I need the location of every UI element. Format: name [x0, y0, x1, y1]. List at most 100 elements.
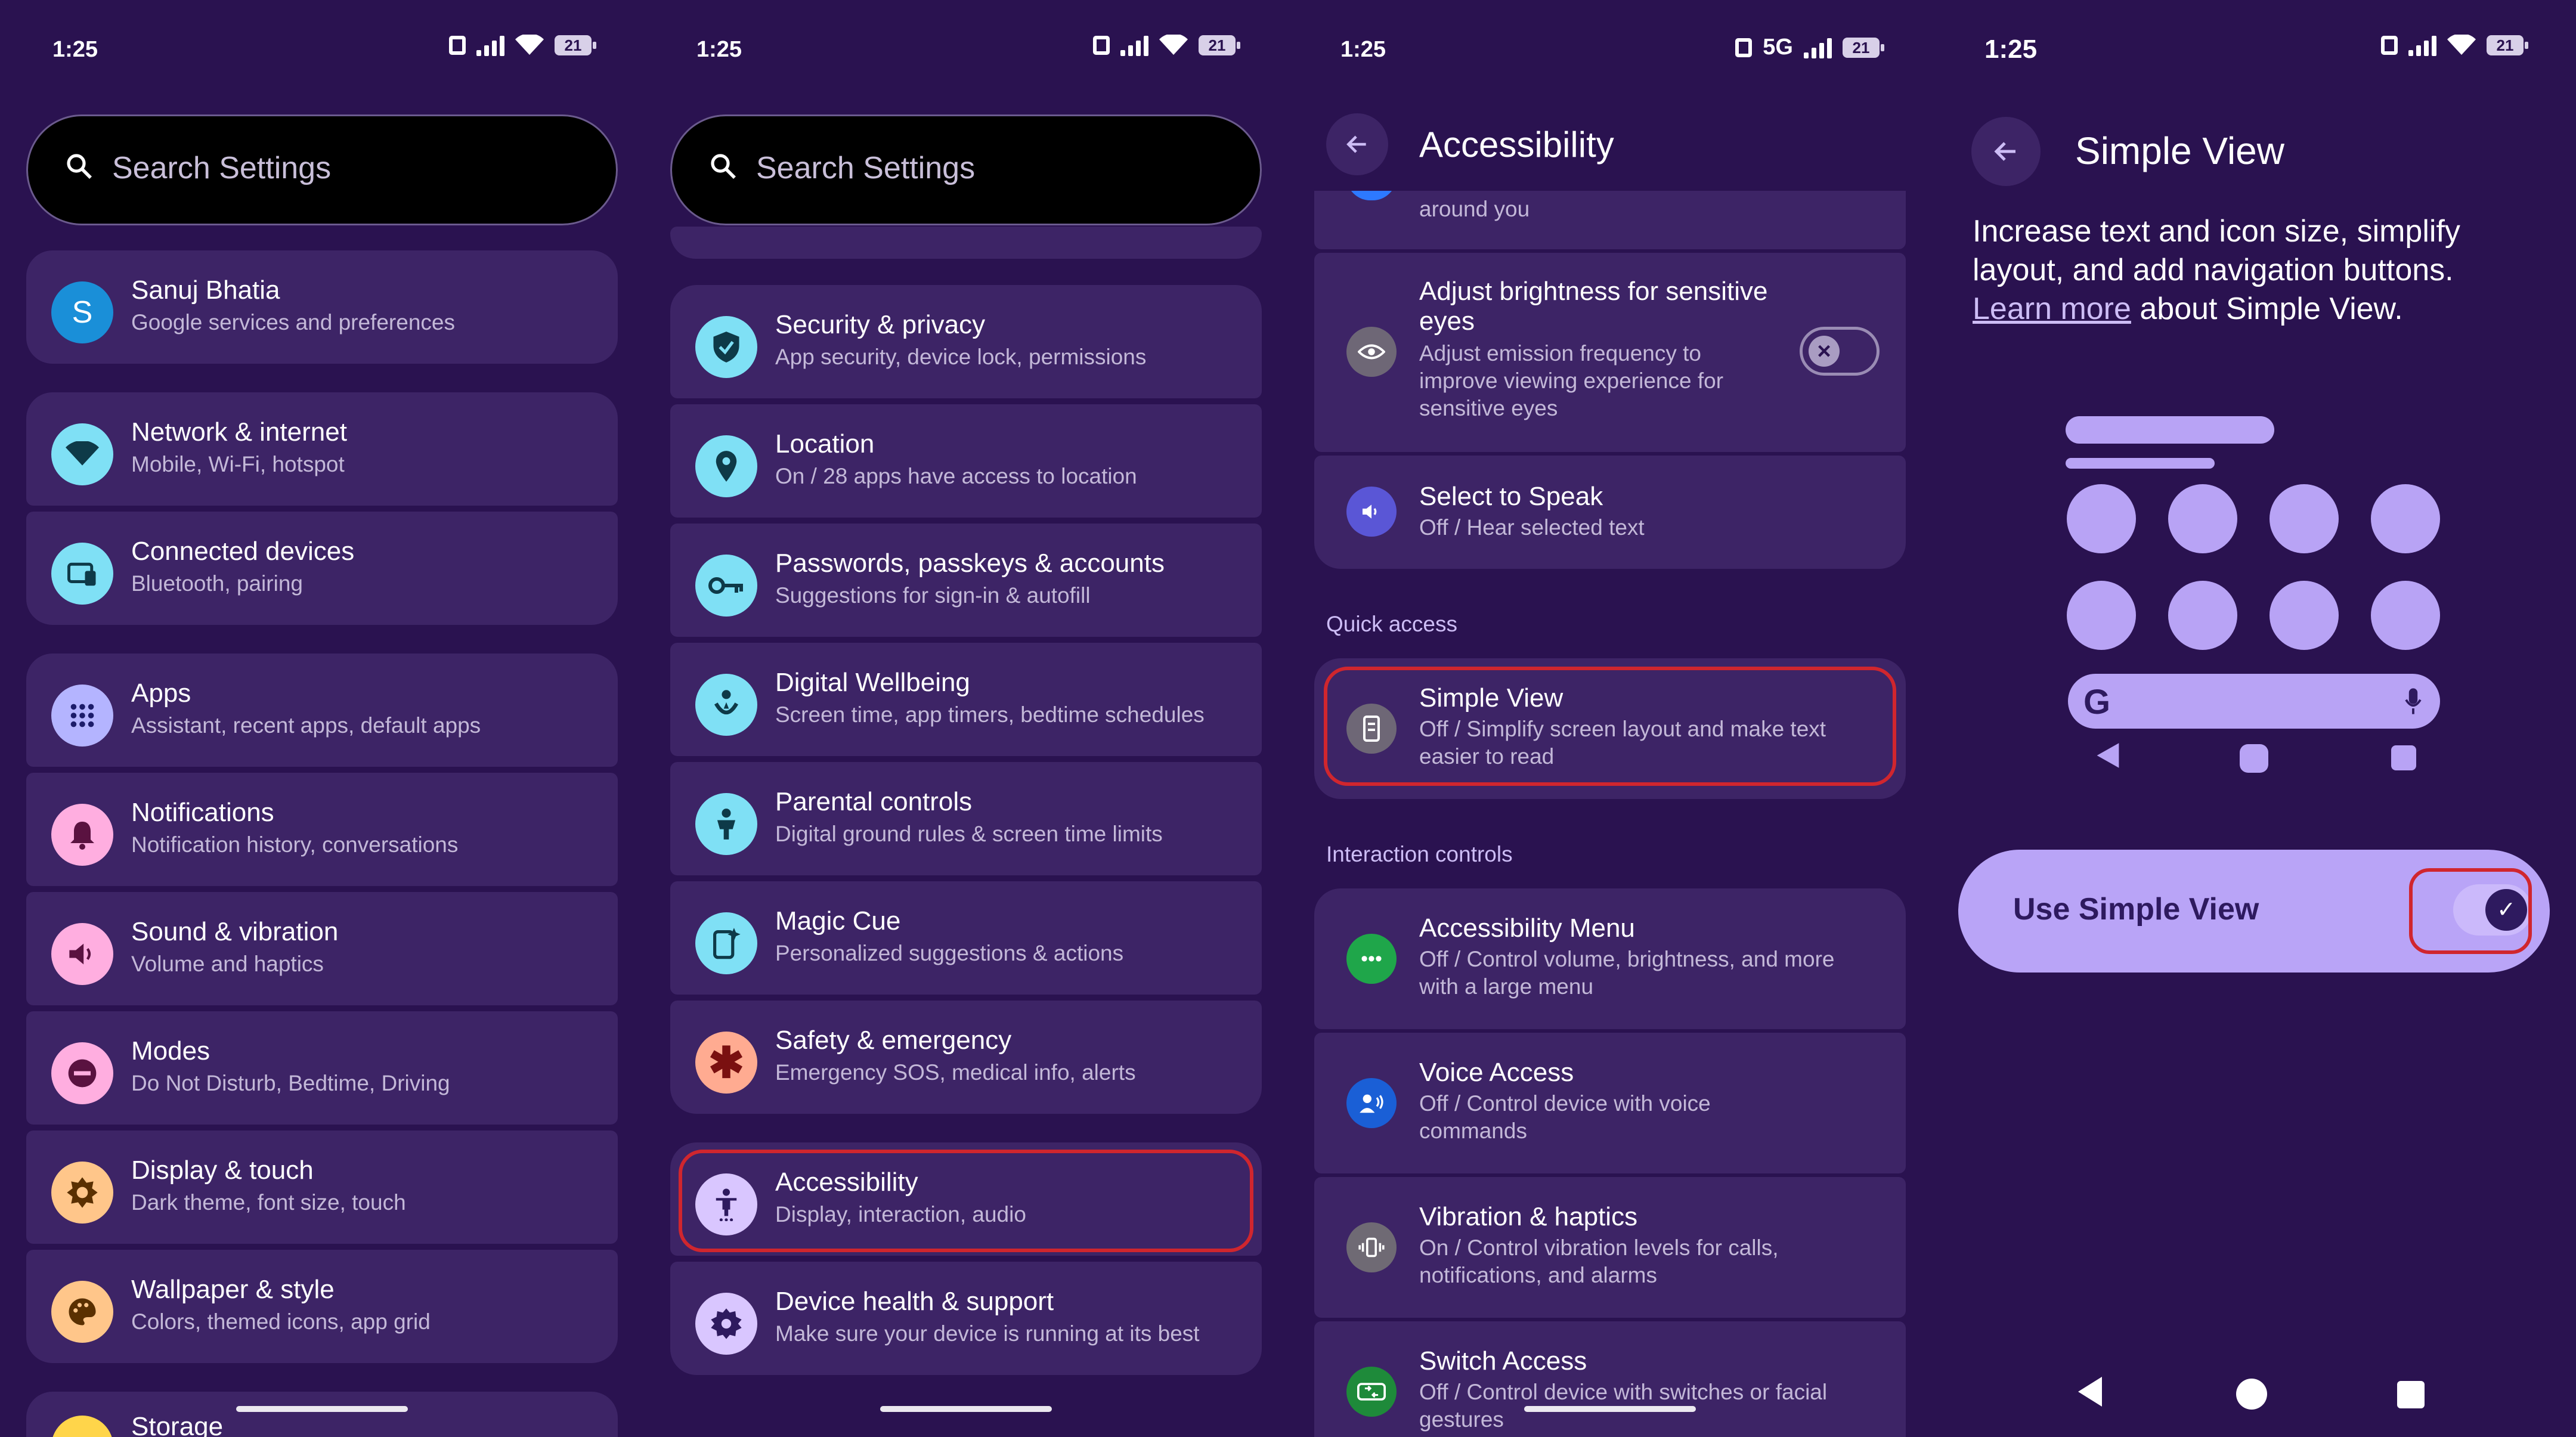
settings-item-apps[interactable]: Apps Assistant, recent apps, default app… [26, 654, 618, 767]
switch-access-icon [1346, 1367, 1397, 1417]
item-title: Voice Access [1419, 1058, 1574, 1087]
a11y-item-brightness[interactable]: Adjust brightness for sensitive eyes Adj… [1314, 253, 1906, 452]
google-g-icon: G [2083, 683, 2111, 721]
section-quick-access: Quick access [1326, 612, 1458, 636]
asterisk-icon: ✱ [695, 1032, 757, 1094]
a11y-item-accessibility-menu[interactable]: ••• Accessibility Menu Off / Control vol… [1314, 888, 1906, 1029]
illustration-recents-icon [2391, 745, 2416, 770]
settings-item-wallpaper[interactable]: Wallpaper & style Colors, themed icons, … [26, 1250, 618, 1363]
battery-icon: 21 [555, 35, 596, 55]
item-title: Safety & emergency [775, 1026, 1012, 1055]
gear-icon [695, 1293, 757, 1355]
devices-icon [51, 543, 113, 605]
settings-item-connected-devices[interactable]: Connected devices Bluetooth, pairing [26, 512, 618, 625]
item-subtitle: Emergency SOS, medical info, alerts [775, 1060, 1136, 1085]
item-subtitle: Bluetooth, pairing [131, 571, 303, 596]
item-title: Vibration & haptics [1419, 1202, 1638, 1231]
a11y-item-partial[interactable]: around you [1314, 176, 1906, 249]
toggle-highlight [2409, 868, 2532, 954]
a11y-item-switch-access[interactable]: Switch Access Off / Control device with … [1314, 1321, 1906, 1437]
item-subtitle: Volume and haptics [131, 952, 324, 976]
item-title: Security & privacy [775, 310, 986, 339]
item-title: Network & internet [131, 417, 347, 447]
settings-item-account[interactable]: S Sanuj Bhatia Google services and prefe… [26, 250, 618, 364]
simple-view-highlight [1324, 667, 1896, 786]
settings-screen-main: 1:25 21 Search Settings S Sanuj Bhatia G… [0, 0, 644, 1437]
nav-home-icon[interactable] [2236, 1379, 2267, 1410]
close-icon: × [1809, 336, 1840, 367]
gesture-handle[interactable] [880, 1406, 1052, 1412]
description-text-end: about Simple View. [2131, 292, 2403, 326]
shield-icon [695, 316, 757, 378]
a11y-item-select-to-speak[interactable]: Select to Speak Off / Hear selected text [1314, 456, 1906, 569]
settings-item-magic-cue[interactable]: Magic Cue Personalized suggestions & act… [670, 881, 1262, 995]
status-bar: 1:25 21 [696, 32, 1240, 70]
a11y-item-vibration[interactable]: Vibration & haptics On / Control vibrati… [1314, 1177, 1906, 1318]
back-button[interactable] [1326, 113, 1388, 175]
a11y-item-voice-access[interactable]: Voice Access Off / Control device with v… [1314, 1033, 1906, 1173]
search-bar[interactable]: Search Settings [26, 114, 618, 225]
status-bar: 1:25 21 [52, 32, 596, 70]
settings-item-location[interactable]: Location On / 28 apps have access to loc… [670, 404, 1262, 518]
item-title: Accessibility Menu [1419, 913, 1635, 943]
magic-cue-icon [695, 912, 757, 974]
settings-item-network[interactable]: Network & internet Mobile, Wi-Fi, hotspo… [26, 392, 618, 506]
item-title: Digital Wellbeing [775, 668, 970, 697]
battery-icon: 21 [1199, 35, 1240, 55]
status-bar: 1:25 21 [1984, 32, 2528, 70]
item-title: Modes [131, 1036, 210, 1066]
signal-icon [1120, 35, 1148, 56]
clock: 1:25 [1984, 35, 2038, 64]
search-icon [67, 154, 92, 179]
page-title: Simple View [2075, 129, 2284, 172]
vibrate-icon [1735, 38, 1753, 57]
settings-item-wellbeing[interactable]: Digital Wellbeing Screen time, app timer… [670, 643, 1262, 756]
item-title: Apps [131, 679, 191, 708]
clock: 1:25 [1340, 37, 1386, 62]
back-button[interactable] [1971, 117, 2041, 186]
gesture-handle[interactable] [1524, 1406, 1696, 1412]
settings-item-modes[interactable]: Modes Do Not Disturb, Bedtime, Driving [26, 1011, 618, 1125]
palette-icon [51, 1281, 113, 1343]
voice-access-icon [1346, 1078, 1397, 1128]
search-placeholder: Search Settings [756, 151, 976, 185]
item-title: Wallpaper & style [131, 1275, 335, 1304]
item-subtitle: around you [1419, 197, 1530, 221]
settings-item-security[interactable]: Security & privacy App security, device … [670, 285, 1262, 398]
item-subtitle: Personalized suggestions & actions [775, 941, 1124, 965]
bell-icon [51, 804, 113, 866]
illustration-home-icon [2240, 744, 2268, 773]
illustration-app-icon [2168, 581, 2237, 650]
illustration-app-icon [2067, 581, 2136, 650]
settings-item-notifications[interactable]: Notifications Notification history, conv… [26, 773, 618, 886]
nav-back-icon[interactable] [2075, 1375, 2105, 1408]
settings-item-passwords[interactable]: Passwords, passkeys & accounts Suggestio… [670, 524, 1262, 637]
learn-more-link[interactable]: Learn more [1973, 292, 2131, 326]
vibrate-icon [449, 36, 466, 55]
speak-icon [1346, 487, 1397, 537]
gesture-handle[interactable] [236, 1406, 408, 1412]
item-subtitle: Colors, themed icons, app grid [131, 1309, 431, 1334]
settings-item-safety[interactable]: ✱ Safety & emergency Emergency SOS, medi… [670, 1001, 1262, 1114]
settings-item-parental[interactable]: Parental controls Digital ground rules &… [670, 762, 1262, 875]
nav-recents-icon[interactable] [2397, 1381, 2425, 1408]
search-bar[interactable]: Search Settings [670, 114, 1262, 225]
item-title: Device health & support [775, 1287, 1054, 1316]
item-title: Sanuj Bhatia [131, 275, 280, 305]
item-subtitle: On / Control vibration levels for calls,… [1419, 1235, 1779, 1287]
brightness-toggle[interactable]: × [1800, 327, 1880, 376]
avatar: S [51, 281, 113, 343]
settings-item-storage[interactable]: Storage [26, 1392, 618, 1437]
volume-icon [51, 923, 113, 985]
network-type: 5G [1763, 35, 1793, 60]
item-title: Passwords, passkeys & accounts [775, 549, 1165, 578]
wifi-status-icon [515, 35, 544, 55]
settings-item-sound[interactable]: Sound & vibration Volume and haptics [26, 892, 618, 1005]
settings-item-device-health[interactable]: Device health & support Make sure your d… [670, 1262, 1262, 1375]
vibration-icon [1346, 1222, 1397, 1272]
status-bar: 1:25 5G 21 [1340, 32, 1884, 70]
battery-icon: 21 [2487, 35, 2528, 55]
item-subtitle: On / 28 apps have access to location [775, 464, 1137, 488]
settings-item-display[interactable]: Display & touch Dark theme, font size, t… [26, 1131, 618, 1244]
signal-icon [476, 35, 504, 56]
